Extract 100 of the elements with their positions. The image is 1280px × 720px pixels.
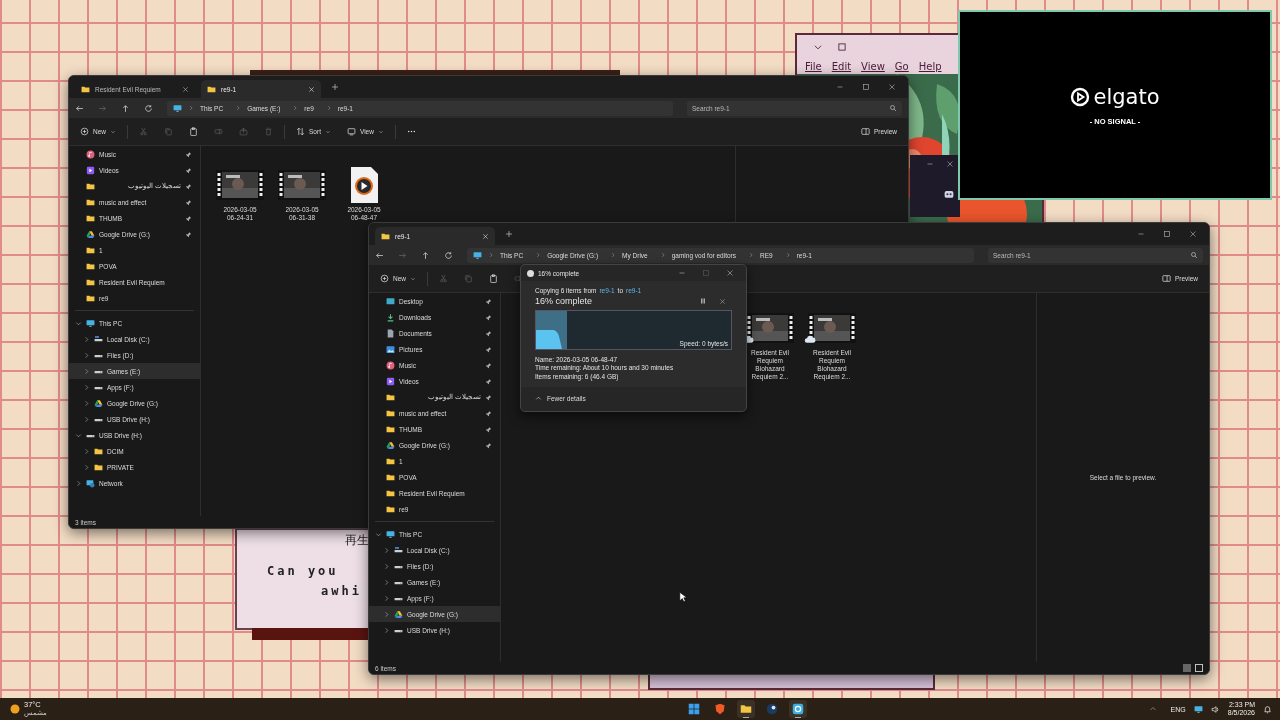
pin-icon: [185, 230, 192, 238]
chevron-right-icon: [748, 252, 754, 258]
drive-icon: [86, 229, 95, 239]
tiles-view-icon[interactable]: [1195, 664, 1203, 672]
search-icon: [889, 104, 897, 112]
speaker-icon[interactable]: [1210, 704, 1220, 714]
chevron-right-icon: [325, 105, 332, 111]
minimize-icon[interactable]: [836, 83, 844, 91]
pin-icon: [485, 377, 492, 385]
add-icon: [380, 274, 389, 283]
folder-icon: [381, 231, 390, 241]
chevron-right-icon: [235, 105, 242, 111]
video-icon: [86, 165, 95, 175]
pin-icon: [485, 329, 492, 337]
chevron-right-icon: [610, 252, 617, 258]
pin-icon: [485, 393, 492, 401]
folder-icon: [207, 84, 216, 94]
close-icon[interactable]: [726, 269, 734, 277]
refresh-icon[interactable]: [144, 103, 153, 113]
chevron-down-icon[interactable]: [75, 431, 82, 439]
chevron-down-icon[interactable]: [375, 530, 382, 538]
image-icon: [386, 344, 395, 354]
rename-icon: [514, 274, 523, 283]
clipboard-icon: [489, 274, 498, 283]
video-icon: [386, 376, 395, 386]
back-icon[interactable]: [75, 103, 84, 113]
pin-icon: [185, 198, 192, 206]
menu-item[interactable]: View: [861, 61, 885, 72]
pause-icon[interactable]: [699, 297, 707, 305]
disk-icon: [394, 545, 403, 555]
drive-icon: [394, 609, 403, 619]
menu-item[interactable]: Go: [894, 61, 909, 72]
monitor-icon: [386, 529, 395, 539]
copy-icon: [164, 127, 173, 136]
close-icon[interactable]: [1189, 230, 1197, 238]
maximize-icon[interactable]: [862, 83, 870, 91]
chevron-up-icon[interactable]: [1148, 705, 1157, 713]
menu-item[interactable]: Help: [918, 61, 942, 72]
card-text: 再生: [344, 532, 370, 548]
app-icon: [527, 269, 534, 277]
chevron-right-icon: [188, 105, 194, 111]
drive-icon: [94, 398, 103, 408]
pin-icon: [485, 409, 492, 417]
media-file-icon: [349, 166, 379, 204]
cursor-icon: [679, 591, 687, 603]
back-icon[interactable]: [375, 250, 384, 260]
bell-icon[interactable]: [1263, 704, 1272, 714]
scissors-icon: [439, 274, 448, 283]
music-icon: [386, 360, 395, 370]
up-arrow-icon[interactable]: [421, 250, 430, 260]
close-icon[interactable]: [888, 83, 896, 91]
card-text: awhi: [320, 584, 363, 598]
copy-icon: [464, 274, 473, 283]
caret-icon: [377, 128, 384, 135]
pin-icon: [185, 182, 192, 190]
play-logo-icon: [1070, 86, 1091, 107]
chevron-down-icon[interactable]: [813, 42, 823, 52]
robot-icon: [944, 189, 954, 199]
minimize-icon[interactable]: [678, 269, 686, 277]
plus-icon[interactable]: [331, 83, 339, 91]
chevron-right-icon: [488, 252, 494, 258]
close-icon[interactable]: [946, 160, 954, 168]
monitor-icon[interactable]: [1193, 704, 1203, 714]
menu-item[interactable]: File: [805, 61, 822, 72]
pin-icon: [485, 345, 492, 353]
up-arrow-icon[interactable]: [121, 103, 130, 113]
network-icon: [86, 478, 95, 488]
disk-icon: [94, 334, 103, 344]
monitor-icon: [473, 250, 482, 260]
app-icon[interactable]: [789, 700, 808, 718]
minimize-icon[interactable]: [926, 160, 934, 168]
monitor-icon: [86, 318, 95, 328]
folder-icon: [81, 84, 90, 94]
maximize-icon[interactable]: [837, 42, 847, 52]
chevron-down-icon[interactable]: [75, 319, 82, 327]
menu-item[interactable]: Edit: [831, 61, 852, 72]
pin-icon: [485, 441, 492, 449]
pin-icon: [485, 297, 492, 305]
folder-icon[interactable]: [737, 700, 756, 718]
close-icon[interactable]: [182, 85, 189, 93]
add-icon: [80, 127, 89, 136]
forward-icon[interactable]: [98, 103, 107, 113]
refresh-icon[interactable]: [444, 250, 453, 260]
forward-icon[interactable]: [398, 250, 407, 260]
share-icon: [239, 127, 248, 136]
download-icon: [386, 312, 395, 322]
close-icon[interactable]: [719, 297, 726, 305]
sun-icon: [10, 704, 20, 714]
chevron-right-icon: [535, 252, 542, 258]
pin-icon: [485, 361, 492, 369]
card-text: Can you: [266, 564, 340, 578]
chevron-up-icon: [535, 395, 542, 403]
plus-icon[interactable]: [505, 230, 513, 238]
maximize-icon[interactable]: [1163, 230, 1171, 238]
pin-icon: [485, 313, 492, 321]
document-icon: [386, 328, 395, 338]
pin-icon: [185, 166, 192, 174]
pin-icon: [185, 150, 192, 158]
scissors-icon: [139, 127, 148, 136]
minimize-icon[interactable]: [1137, 230, 1145, 238]
